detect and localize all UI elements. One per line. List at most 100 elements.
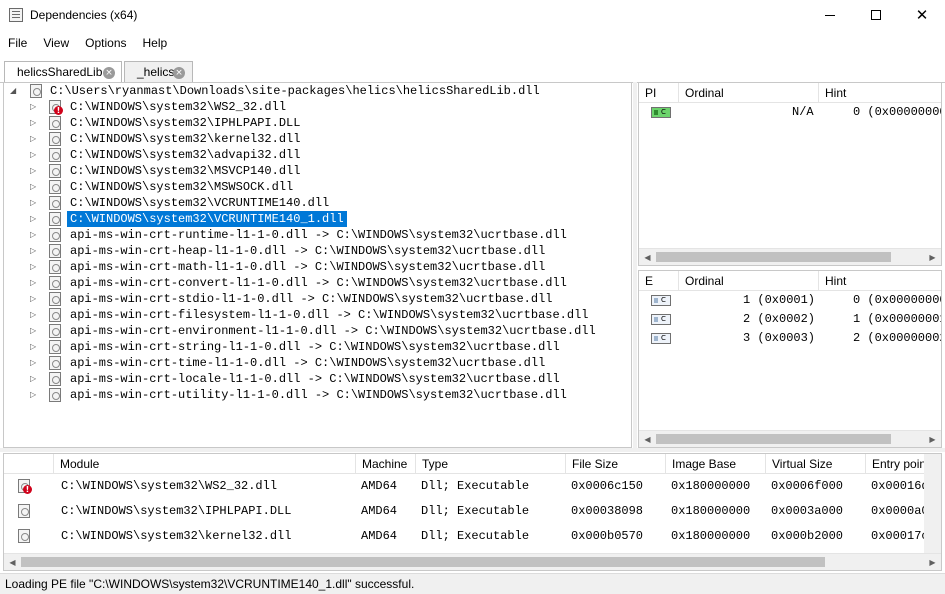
- tab-helicssharedlib[interactable]: helicsSharedLib ×: [4, 61, 122, 84]
- tree-item[interactable]: ▷ C:\WINDOWS\system32\kernel32.dll: [4, 131, 624, 147]
- tree-item-label: C:\WINDOWS\system32\advapi32.dll: [70, 148, 301, 162]
- column-header-ordinal[interactable]: Ordinal: [679, 83, 819, 103]
- expand-arrow-icon[interactable]: ▷: [30, 259, 38, 275]
- tab-close-icon[interactable]: ×: [103, 67, 115, 79]
- expand-arrow-icon[interactable]: ▷: [30, 371, 38, 387]
- tree-item[interactable]: ▷ api-ms-win-crt-locale-l1-1-0.dll -> C:\…: [4, 371, 624, 387]
- scroll-left-icon[interactable]: ◀: [4, 554, 21, 570]
- module-list-hscrollbar[interactable]: ◀ ▶: [4, 553, 941, 570]
- tree-item[interactable]: ▷ api-ms-win-crt-stdio-l1-1-0.dll -> C:\W…: [4, 291, 624, 307]
- export-row[interactable]: C 2 (0x0002) 1 (0x00000001): [639, 310, 941, 329]
- expand-arrow-icon[interactable]: ▷: [30, 131, 38, 147]
- tree-item[interactable]: ▷ C:\WINDOWS\system32\IPHLPAPI.DLL: [4, 115, 624, 131]
- vertical-splitter[interactable]: [633, 82, 637, 448]
- expand-arrow-icon[interactable]: ▷: [30, 291, 38, 307]
- tree-item[interactable]: ▷ api-ms-win-crt-heap-l1-1-0.dll -> C:\WI…: [4, 243, 624, 259]
- exports-grid[interactable]: E Ordinal Hint C 1 (0x0001) 0 (0x0000000…: [638, 270, 942, 448]
- column-header-entry-point[interactable]: Entry point: [866, 454, 926, 474]
- scroll-thumb[interactable]: [21, 557, 825, 567]
- imports-hscrollbar[interactable]: ◀ ▶: [639, 248, 941, 265]
- tree-item[interactable]: ▷ C:\WINDOWS\system32\MSVCP140.dll: [4, 163, 624, 179]
- column-header-file-size[interactable]: File Size: [566, 454, 666, 474]
- horizontal-splitter[interactable]: [0, 448, 945, 452]
- expand-arrow-icon[interactable]: ▷: [30, 339, 38, 355]
- column-header-virtual-size[interactable]: Virtual Size: [766, 454, 866, 474]
- file-size-cell: 0x000b0570: [571, 529, 644, 543]
- expand-arrow-icon[interactable]: ▷: [30, 307, 38, 323]
- menu-file[interactable]: File: [0, 33, 35, 55]
- menu-view[interactable]: View: [35, 33, 77, 55]
- scroll-left-icon[interactable]: ◀: [639, 431, 656, 447]
- dll-file-icon: [49, 212, 61, 226]
- entry-point-cell: 0x00016d70: [871, 479, 926, 493]
- column-header-e[interactable]: E: [639, 271, 679, 291]
- expand-arrow-icon[interactable]: ▷: [30, 211, 38, 227]
- export-row[interactable]: C 1 (0x0001) 0 (0x00000000): [639, 291, 941, 310]
- column-header-machine[interactable]: Machine: [356, 454, 416, 474]
- tree-item[interactable]: ▷ api-ms-win-crt-environment-l1-1-0.dll -…: [4, 323, 624, 339]
- machine-cell: AMD64: [361, 529, 398, 543]
- tree-root[interactable]: ◢ C:\Users\ryanmast\Downloads\site-packa…: [4, 83, 604, 99]
- tree-item[interactable]: ▷ C:\WINDOWS\system32\WS2_32.dll: [4, 99, 624, 115]
- tree-item[interactable]: ▷ api-ms-win-crt-convert-l1-1-0.dll -> C:…: [4, 275, 624, 291]
- expand-arrow-icon[interactable]: ▷: [30, 243, 38, 259]
- type-cell: Dll; Executable: [421, 529, 530, 543]
- module-row[interactable]: C:\WINDOWS\system32\IPHLPAPI.DLL AMD64 Dll…: [4, 499, 941, 524]
- module-row[interactable]: C:\WINDOWS\system32\WS2_32.dll AMD64 Dll; …: [4, 474, 941, 499]
- export-row[interactable]: C 3 (0x0003) 2 (0x00000002): [639, 329, 941, 348]
- column-header-icon[interactable]: [4, 454, 54, 474]
- dependency-tree[interactable]: ◢ C:\Users\ryanmast\Downloads\site-packa…: [3, 82, 632, 448]
- expand-arrow-icon[interactable]: ▷: [30, 355, 38, 371]
- image-base-cell: 0x180000000: [671, 504, 751, 518]
- collapse-arrow-icon[interactable]: ◢: [10, 83, 18, 99]
- column-header-module[interactable]: Module: [54, 454, 356, 474]
- scroll-right-icon[interactable]: ▶: [924, 554, 941, 570]
- column-header-hint[interactable]: Hint: [819, 271, 941, 291]
- expand-arrow-icon[interactable]: ▷: [30, 323, 38, 339]
- tree-item[interactable]: ▷ C:\WINDOWS\system32\MSWSOCK.dll: [4, 179, 624, 195]
- menu-help[interactable]: Help: [135, 33, 176, 55]
- column-header-type[interactable]: Type: [416, 454, 566, 474]
- exports-hscrollbar[interactable]: ◀ ▶: [639, 430, 941, 447]
- tab-helics[interactable]: _helics ×: [124, 61, 193, 83]
- menu-options[interactable]: Options: [77, 33, 134, 55]
- column-header-ordinal[interactable]: Ordinal: [679, 271, 819, 291]
- file-size-cell: 0x0006c150: [571, 479, 644, 493]
- expand-arrow-icon[interactable]: ▷: [30, 147, 38, 163]
- scroll-right-icon[interactable]: ▶: [924, 431, 941, 447]
- tab-strip: helicsSharedLib × _helics ×: [0, 59, 945, 84]
- scroll-right-icon[interactable]: ▶: [924, 249, 941, 265]
- column-header-image-base[interactable]: Image Base: [666, 454, 766, 474]
- expand-arrow-icon[interactable]: ▷: [30, 163, 38, 179]
- expand-arrow-icon[interactable]: ▷: [30, 387, 38, 403]
- expand-arrow-icon[interactable]: ▷: [30, 179, 38, 195]
- import-row[interactable]: C N/A 0 (0x00000000): [639, 103, 941, 122]
- expand-arrow-icon[interactable]: ▷: [30, 99, 38, 115]
- maximize-button[interactable]: [853, 0, 899, 30]
- column-header-hint[interactable]: Hint: [819, 83, 941, 103]
- expand-arrow-icon[interactable]: ▷: [30, 275, 38, 291]
- tree-item[interactable]: ▷ api-ms-win-crt-time-l1-1-0.dll -> C:\WI…: [4, 355, 624, 371]
- module-row[interactable]: C:\WINDOWS\system32\kernel32.dll AMD64 Dll…: [4, 524, 941, 549]
- tree-item[interactable]: ▷ C:\WINDOWS\system32\VCRUNTIME140_1.dll: [4, 211, 624, 227]
- column-header-pi[interactable]: PI: [639, 83, 679, 103]
- tab-close-icon[interactable]: ×: [173, 67, 185, 79]
- tree-item[interactable]: ▷ api-ms-win-crt-math-l1-1-0.dll -> C:\WI…: [4, 259, 624, 275]
- module-list-vscrollbar[interactable]: [924, 454, 941, 553]
- expand-arrow-icon[interactable]: ▷: [30, 115, 38, 131]
- tree-item[interactable]: ▷ api-ms-win-crt-utility-l1-1-0.dll -> C:…: [4, 387, 624, 403]
- tree-item[interactable]: ▷ api-ms-win-crt-string-l1-1-0.dll -> C:\…: [4, 339, 624, 355]
- minimize-button[interactable]: [807, 0, 853, 30]
- scroll-thumb[interactable]: [656, 252, 891, 262]
- imports-grid[interactable]: PI Ordinal Hint C N/A 0 (0x00000000) ◀ ▶: [638, 82, 942, 266]
- module-list[interactable]: Module Machine Type File Size Image Base…: [3, 453, 942, 571]
- tree-item[interactable]: ▷ api-ms-win-crt-runtime-l1-1-0.dll -> C:…: [4, 227, 624, 243]
- tree-item[interactable]: ▷ C:\WINDOWS\system32\VCRUNTIME140.dll: [4, 195, 624, 211]
- expand-arrow-icon[interactable]: ▷: [30, 195, 38, 211]
- close-window-button[interactable]: ✕: [899, 0, 945, 30]
- tree-item[interactable]: ▷ api-ms-win-crt-filesystem-l1-1-0.dll ->…: [4, 307, 624, 323]
- expand-arrow-icon[interactable]: ▷: [30, 227, 38, 243]
- scroll-left-icon[interactable]: ◀: [639, 249, 656, 265]
- tree-item[interactable]: ▷ C:\WINDOWS\system32\advapi32.dll: [4, 147, 624, 163]
- scroll-thumb[interactable]: [656, 434, 891, 444]
